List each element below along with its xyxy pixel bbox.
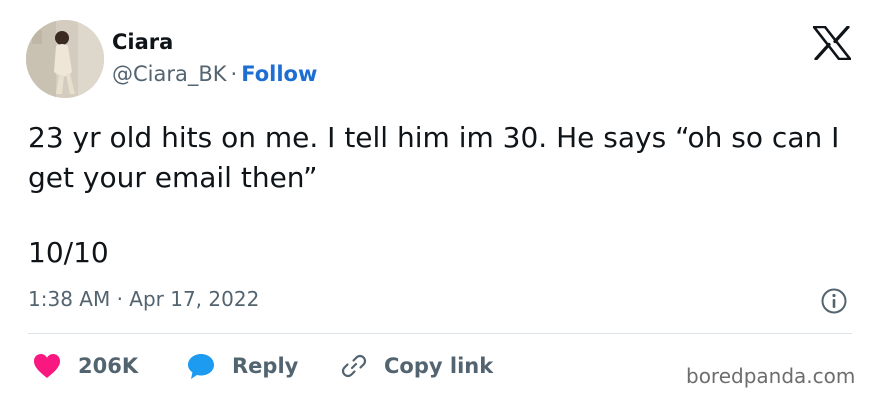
reply-label: Reply xyxy=(232,354,299,378)
avatar[interactable] xyxy=(26,20,104,98)
like-count: 206K xyxy=(78,354,139,378)
info-icon[interactable] xyxy=(820,287,848,315)
tweet-timestamp[interactable]: 1:38 AM · Apr 17, 2022 xyxy=(28,287,259,311)
like-button[interactable]: 206K xyxy=(32,346,138,386)
profile-photo-icon xyxy=(26,20,104,98)
author-name[interactable]: Ciara xyxy=(112,30,173,54)
copy-link-label: Copy link xyxy=(384,354,494,378)
reply-button[interactable]: Reply xyxy=(186,346,298,386)
divider xyxy=(28,333,852,334)
copy-link-button[interactable]: Copy link xyxy=(340,346,493,386)
author-handle-row: @Ciara_BK · Follow xyxy=(112,62,317,86)
x-logo-icon[interactable] xyxy=(813,26,851,60)
tweet-text: 23 yr old hits on me. I tell him im 30. … xyxy=(28,121,840,194)
tweet-card: Ciara @Ciara_BK · Follow 23 yr old hits on… xyxy=(0,0,880,400)
speech-bubble-icon xyxy=(188,354,214,379)
heart-icon xyxy=(34,354,60,378)
watermark: boredpanda.com xyxy=(686,364,856,388)
tweet-body: 23 yr old hits on me. I tell him im 30. … xyxy=(28,118,848,273)
author-handle[interactable]: @Ciara_BK xyxy=(112,62,227,86)
link-icon xyxy=(341,354,367,378)
tweet-score: 10/10 xyxy=(28,236,109,269)
handle-separator: · xyxy=(230,62,238,86)
follow-button[interactable]: Follow xyxy=(241,62,317,86)
